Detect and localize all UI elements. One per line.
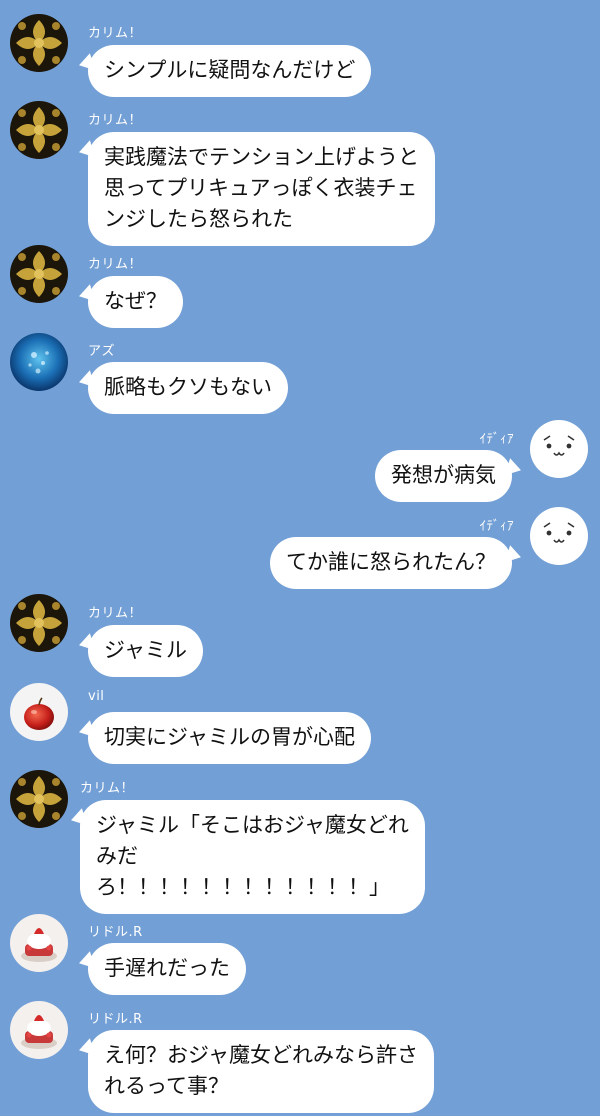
message-text: 切実にジャミルの胃が心配 [104,725,355,749]
strawberry-cake-avatar[interactable] [10,1001,68,1059]
sender-name: アズ [88,344,116,359]
cute-face-avatar[interactable] [530,420,588,478]
damask-pattern-avatar[interactable] [10,770,68,828]
message-text: ジャミル「そこはおジャ魔女どれ [96,813,409,837]
message-bubble[interactable]: ジャミル「そこはおジャ魔女どれ みだ ろ！！！！！！！！！！！！」 [80,800,425,914]
sender-name: カリム！ [88,113,143,128]
sender-name: カリム！ [88,257,143,272]
message-text: ンジしたら怒られた [104,207,293,231]
message-text: なぜ？ [104,289,167,313]
message-bubble[interactable]: シンプルに疑問なんだけど [88,45,372,97]
sender-name: ｲﾃﾞｨｱ [479,519,514,534]
message-bubble[interactable]: なぜ？ [88,276,183,328]
apple-avatar[interactable] [10,683,68,741]
message-text: 思ってプリキュアっぽく衣装チェ [104,176,418,200]
sender-name: リドル.R [88,1012,143,1027]
message-text: れるって事？ [104,1074,229,1098]
message-text: 手遅れだった [104,956,230,980]
sender-name: カリム！ [88,26,143,41]
message-bubble[interactable]: え何？おジャ魔女どれみなら許さ れるって事？ [88,1030,434,1113]
message-bubble[interactable]: 手遅れだった [88,943,246,995]
damask-pattern-avatar[interactable] [10,14,68,72]
message-bubble[interactable]: 脈略もクソもない [88,362,288,414]
message-text: シンプルに疑問なんだけど [104,58,356,82]
message-bubble[interactable]: てか誰に怒られたん？ [270,537,512,589]
message-text: 実践魔法でテンション上げようと [104,145,419,169]
message-text: 脈略もクソもない [104,375,272,399]
sender-name: vil [88,689,105,704]
cute-face-avatar[interactable] [530,507,588,565]
damask-pattern-avatar[interactable] [10,245,68,303]
sender-name: カリム！ [80,781,135,796]
message-bubble[interactable]: 実践魔法でテンション上げようと 思ってプリキュアっぽく衣装チェ ンジしたら怒られ… [88,132,435,246]
strawberry-cake-avatar[interactable] [10,914,68,972]
message-bubble[interactable]: 切実にジャミルの胃が心配 [88,712,371,764]
message-bubble[interactable]: ジャミル [88,625,203,677]
sender-name: カリム！ [88,606,143,621]
damask-pattern-avatar[interactable] [10,101,68,159]
sender-name: ｲﾃﾞｨｱ [479,432,514,447]
message-text: みだ [96,844,138,868]
ocean-bubbles-avatar[interactable] [10,333,68,391]
sender-name: リドル.R [88,925,143,940]
message-text: 発想が病気 [391,463,496,487]
message-text: ジャミル [104,638,187,662]
message-text: てか誰に怒られたん？ [286,550,496,574]
damask-pattern-avatar[interactable] [10,594,68,652]
message-bubble[interactable]: 発想が病気 [375,450,512,502]
message-text: ろ！！！！！！！！！！！！」 [96,875,390,899]
message-text: え何？おジャ魔女どれみなら許さ [104,1043,418,1067]
